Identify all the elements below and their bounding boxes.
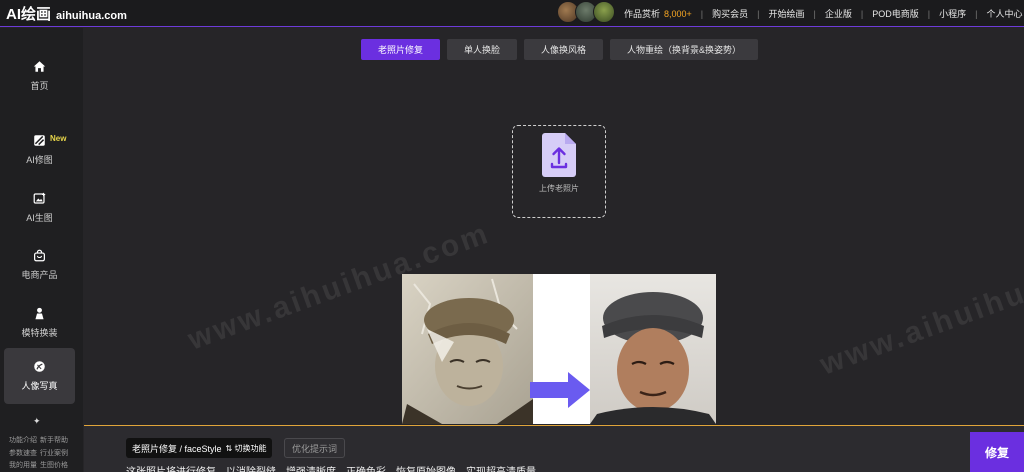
footer-link[interactable]: 我的用量 <box>9 462 37 469</box>
switch-feature-label: ⇅ 切换功能 <box>225 443 267 453</box>
nav-miniprogram[interactable]: 小程序 <box>939 7 966 20</box>
style-label: 老照片修复 / faceStyle <box>132 443 222 454</box>
nav-divider: | <box>975 8 978 19</box>
footer-link[interactable]: 行业案例 <box>40 450 68 457</box>
tab-character-redraw[interactable]: 人物重绘（换背景&换姿势） <box>610 39 759 60</box>
upload-dropzone[interactable]: 上传老照片 <box>512 125 606 218</box>
feature-tabs: 老照片修复 单人换脸 人像换风格 人物重绘（换背景&换姿势） <box>361 39 765 60</box>
watermark: www.aihuihua.com <box>815 241 1024 382</box>
optimize-prompt-button[interactable]: 优化提示词 <box>284 438 346 458</box>
thumbnail <box>593 1 615 23</box>
logo-domain: aihuihua.com <box>56 9 127 22</box>
top-bar: AI绘画 aihuihua.com 作品赏析 8,000+ | 购买会员 | 开始… <box>0 0 1024 27</box>
nav-works[interactable]: 作品赏析 8,000+ <box>624 7 692 20</box>
image-generate-icon <box>33 192 46 204</box>
style-switch-button[interactable]: 老照片修复 / faceStyle ⇅ 切换功能 <box>126 438 273 458</box>
tab-portrait-style[interactable]: 人像换风格 <box>524 39 604 60</box>
nav-start-drawing[interactable]: 开始绘画 <box>769 7 805 20</box>
nav-divider: | <box>860 8 864 19</box>
sidebar-item-label: 电商产品 <box>21 270 58 280</box>
upload-file-icon <box>542 133 576 177</box>
restore-button[interactable]: 修复 <box>970 432 1024 472</box>
edit-image-icon <box>34 135 45 146</box>
sparkle-icon: ✦ <box>33 416 41 426</box>
app-root: AI绘画 aihuihua.com 作品赏析 8,000+ | 购买会员 | 开始… <box>0 0 1024 472</box>
footer-link[interactable]: 功能介绍 <box>9 437 37 444</box>
sidebar-item-ai-generate[interactable]: AI生图 <box>4 180 75 236</box>
prompt-description[interactable]: 这张照片将进行修复，以消除裂缝，增强清晰度，正确色彩，恢复原始图像，实现超高清质… <box>126 463 546 472</box>
footer-row: 我的用量 生图价格 <box>9 460 71 472</box>
nav-pod[interactable]: POD电商版 <box>872 7 919 20</box>
shopping-bag-icon <box>34 249 45 262</box>
sidebar-item-label: AI生图 <box>26 213 53 223</box>
sidebar-item-model-outfit[interactable]: 模特换装 <box>4 295 75 351</box>
sidebar-item-ai-retouch[interactable]: New AI修图 <box>4 122 75 178</box>
sidebar-item-home[interactable]: 首页 <box>4 48 75 104</box>
logo[interactable]: AI绘画 aihuihua.com <box>6 3 127 24</box>
nav-enterprise[interactable]: 企业版 <box>825 7 852 20</box>
new-badge: New <box>50 134 67 143</box>
portrait-icon <box>34 361 45 372</box>
nav-divider: | <box>927 8 931 19</box>
footer-link[interactable]: 参数速查 <box>9 450 37 457</box>
nav-divider: | <box>813 8 816 19</box>
footer-row: 功能介绍 新手帮助 <box>9 435 71 448</box>
top-nav: 作品赏析 8,000+ | 购买会员 | 开始绘画 | 企业版 | POD电商版 … <box>624 0 1022 27</box>
tab-face-swap[interactable]: 单人换脸 <box>447 39 518 60</box>
nav-buy-membership[interactable]: 购买会员 <box>712 7 748 20</box>
sidebar-item-ecommerce[interactable]: 电商产品 <box>4 237 75 293</box>
sidebar-item-portrait[interactable]: 人像写真 <box>4 348 75 404</box>
logo-text: AI绘画 <box>6 5 52 23</box>
prompt-panel: 老照片修复 / faceStyle ⇅ 切换功能 优化提示词 这张照片将进行修复… <box>84 425 1024 472</box>
works-thumbnails[interactable] <box>557 1 615 23</box>
nav-profile[interactable]: 个人中心 <box>986 7 1022 20</box>
example-before-after-image <box>402 274 716 424</box>
footer-link[interactable]: 新手帮助 <box>40 437 68 444</box>
footer-row: 参数速查 行业案例 <box>9 448 71 461</box>
nav-divider: | <box>700 8 704 19</box>
sidebar: 首页 New AI修图 AI生图 电商产品 模特换装 人像写真 ✦ <box>0 28 83 472</box>
model-icon <box>35 307 44 320</box>
upload-label: 上传老照片 <box>539 184 579 193</box>
sidebar-item-label: 首页 <box>30 81 49 91</box>
nav-divider: | <box>757 8 760 19</box>
nav-works-label: 作品赏析 <box>624 9 661 19</box>
footer-link[interactable]: 生图价格 <box>40 462 68 469</box>
works-count: 8,000+ <box>664 9 692 19</box>
home-icon <box>33 61 46 72</box>
sidebar-item-label: 人像写真 <box>21 381 58 391</box>
sidebar-footer-links: 功能介绍 新手帮助 参数速查 行业案例 我的用量 生图价格 <box>9 435 71 472</box>
tab-old-photo-restore[interactable]: 老照片修复 <box>361 39 441 60</box>
sidebar-item-label: AI修图 <box>26 155 53 165</box>
sidebar-item-label: 模特换装 <box>21 328 58 338</box>
